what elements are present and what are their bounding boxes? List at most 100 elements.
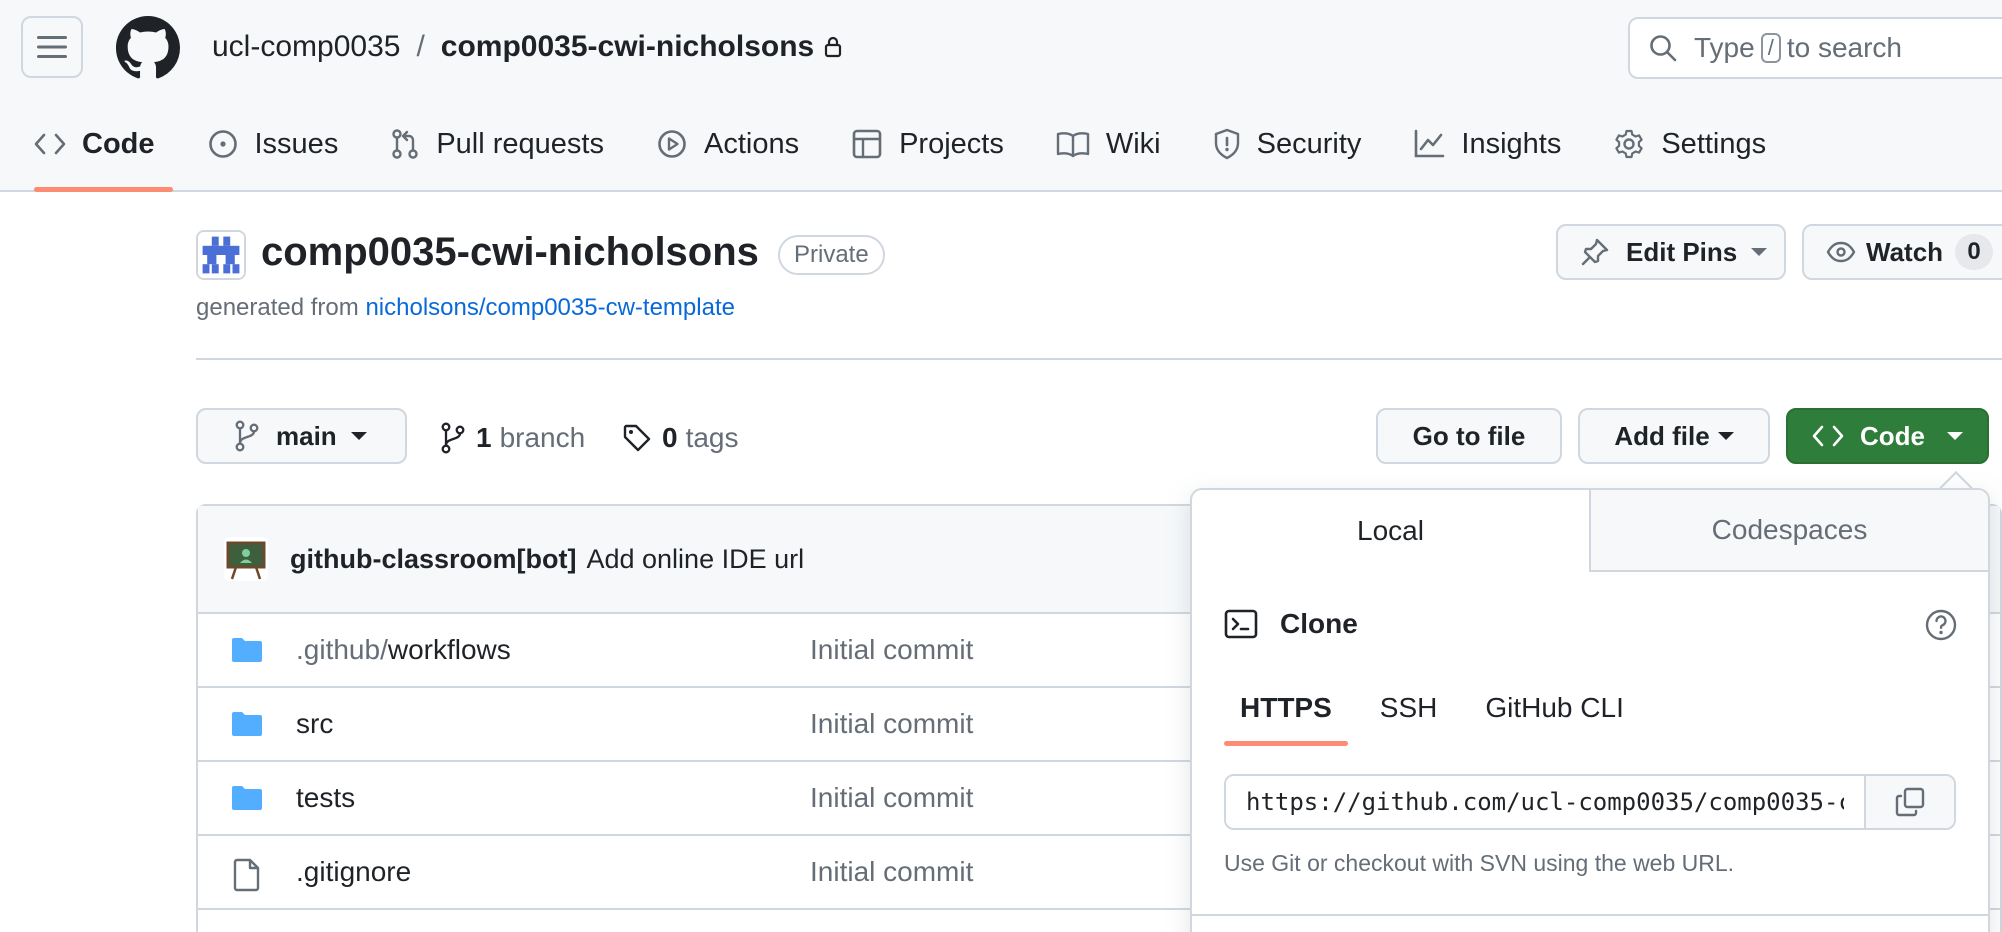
tab-pull-requests[interactable]: Pull requests (374, 112, 622, 176)
template-source: generated from nicholsons/comp0035-cw-te… (196, 294, 735, 322)
lock-icon (824, 36, 842, 58)
tab-wiki[interactable]: Wiki (1040, 112, 1179, 176)
popover-divider (1192, 914, 1988, 916)
breadcrumb: ucl-comp0035 / comp0035-cwi-nicholsons (212, 30, 842, 64)
add-file-button[interactable]: Add file (1578, 408, 1770, 464)
file-name[interactable]: tests (296, 782, 355, 814)
repo-nav-tabs: Code Issues Pull requests Actions Projec… (0, 112, 1784, 192)
clone-url-field (1224, 774, 1956, 830)
file-name[interactable]: src (296, 708, 333, 740)
watch-label: Watch (1866, 236, 1944, 267)
go-to-file-button[interactable]: Go to file (1376, 408, 1562, 464)
section-divider (196, 358, 2002, 360)
branch-selector[interactable]: main (196, 408, 407, 464)
tab-ssh[interactable]: SSH (1364, 670, 1454, 746)
top-header: ucl-comp0035 / comp0035-cwi-nicholsons T… (0, 0, 2002, 192)
question-icon[interactable] (1924, 608, 1958, 642)
chevron-down-icon (350, 432, 367, 440)
watch-button[interactable]: Watch 0 (1802, 224, 2002, 280)
tab-https[interactable]: HTTPS (1224, 670, 1348, 746)
branch-name: main (276, 420, 337, 451)
clone-url-input[interactable] (1226, 776, 1864, 828)
owner-link[interactable]: ucl-comp0035 (212, 30, 400, 64)
tab-codespaces[interactable]: Codespaces (1591, 490, 1988, 572)
menu-button[interactable] (21, 16, 83, 78)
tab-label: Issues (254, 127, 339, 160)
file-commit-message[interactable]: Initial commit (810, 782, 973, 814)
search-input[interactable]: Type / to search (1628, 17, 2002, 79)
copy-url-button[interactable] (1864, 776, 1954, 828)
repo-avatar (196, 230, 246, 280)
commit-message[interactable]: Add online IDE url (586, 544, 804, 575)
tag-count-label: tags (685, 422, 739, 453)
code-button[interactable]: Code (1786, 408, 1989, 464)
file-name[interactable]: .gitignore (296, 856, 411, 888)
protocol-tabs: HTTPS SSH GitHub CLI (1224, 670, 1656, 746)
classroom-bot-icon (224, 537, 268, 581)
search-placeholder-prefix: Type (1694, 32, 1755, 63)
pull-request-icon (392, 129, 419, 159)
file-commit-message[interactable]: Initial commit (810, 708, 973, 740)
branch-count-label: branch (499, 422, 586, 453)
tab-label: Insights (1461, 127, 1562, 160)
tab-label: Actions (703, 127, 800, 160)
tab-code[interactable]: Code (18, 112, 173, 192)
search-placeholder-suffix: to search (1786, 32, 1902, 63)
commit-author[interactable]: github-classroom[bot] (290, 544, 576, 575)
repo-title[interactable]: comp0035-cwi-nicholsons (261, 230, 759, 275)
tab-security[interactable]: Security (1197, 112, 1380, 176)
tab-settings[interactable]: Settings (1597, 112, 1784, 176)
clone-heading: Clone (1224, 608, 1358, 640)
tab-actions[interactable]: Actions (640, 112, 817, 176)
file-icon (233, 858, 260, 892)
folder-icon (232, 638, 262, 662)
search-icon (1650, 35, 1677, 62)
watch-count: 0 (1955, 234, 1994, 270)
code-dropdown-tabs: Local Codespaces (1192, 490, 1988, 572)
tab-label: Projects (899, 127, 1004, 160)
code-dropdown: Local Codespaces Clone HTTPS SSH GitHub … (1190, 488, 1990, 932)
folder-icon (232, 786, 262, 810)
chevron-down-icon (1751, 248, 1768, 256)
branch-count: 1 (476, 422, 492, 453)
chevron-down-icon (1717, 432, 1734, 440)
visibility-badge: Private (778, 235, 885, 275)
edit-pins-button[interactable]: Edit Pins (1556, 224, 1786, 280)
tag-count: 0 (662, 422, 678, 453)
tab-label: Security (1256, 127, 1362, 160)
edit-pins-label: Edit Pins (1626, 236, 1738, 267)
template-link[interactable]: nicholsons/comp0035-cw-template (365, 294, 735, 321)
identicon-icon (198, 232, 244, 278)
chevron-down-icon (1947, 432, 1963, 440)
eye-icon (1826, 241, 1856, 263)
tab-label: Pull requests (436, 127, 604, 160)
tag-count-link[interactable]: 0 tags (622, 422, 739, 454)
hamburger-icon (37, 36, 67, 58)
branch-count-link[interactable]: 1 branch (440, 422, 585, 454)
generated-label: generated from (196, 294, 359, 321)
tab-issues[interactable]: Issues (191, 112, 357, 176)
github-logo-icon[interactable] (116, 16, 180, 80)
file-commit-message[interactable]: Initial commit (810, 856, 973, 888)
file-commit-message[interactable]: Initial commit (810, 634, 973, 666)
repo-link[interactable]: comp0035-cwi-nicholsons (441, 30, 814, 64)
search-shortcut-key: / (1760, 33, 1781, 63)
play-icon (658, 130, 686, 158)
code-icon (1812, 425, 1844, 447)
folder-icon (232, 712, 262, 736)
path-name: workflows (387, 634, 511, 665)
code-icon (34, 133, 66, 155)
tab-insights[interactable]: Insights (1397, 112, 1579, 176)
branch-icon (235, 420, 259, 452)
tab-label: Wiki (1105, 127, 1161, 160)
branch-icon (441, 422, 465, 454)
avatar[interactable] (224, 537, 268, 581)
code-button-label: Code (1860, 420, 1925, 451)
tab-projects[interactable]: Projects (835, 112, 1022, 176)
add-file-label: Add file (1614, 420, 1710, 451)
tag-icon (623, 424, 651, 452)
clone-hint: Use Git or checkout with SVN using the w… (1224, 850, 1735, 876)
tab-local[interactable]: Local (1192, 490, 1591, 572)
tab-github-cli[interactable]: GitHub CLI (1469, 670, 1640, 746)
file-name[interactable]: .github/workflows (296, 634, 511, 666)
